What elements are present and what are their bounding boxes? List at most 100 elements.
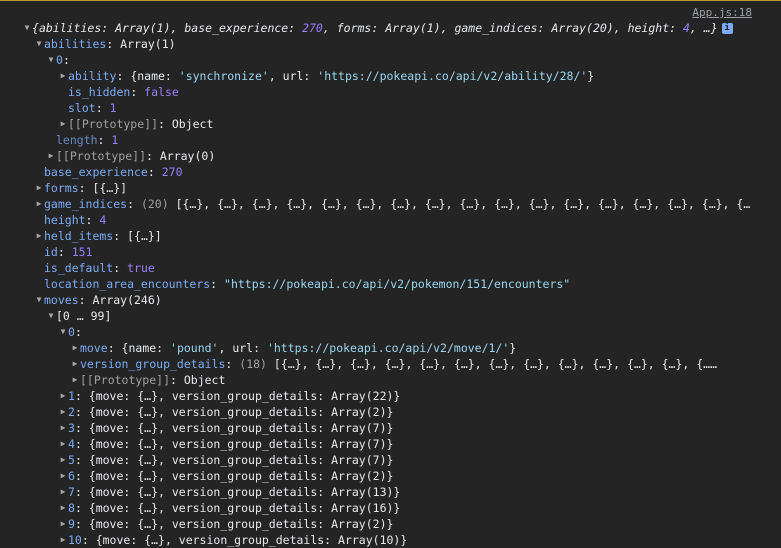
expand-arrow-icon[interactable]: ▶ (34, 180, 44, 196)
row-text-segment: base_experience (44, 165, 148, 179)
row-text-segment: : (85, 213, 100, 227)
expand-arrow-icon[interactable]: ▶ (58, 68, 68, 84)
expand-arrow-icon[interactable]: ▶ (58, 484, 68, 500)
source-link[interactable]: App.js:18 (692, 6, 752, 19)
row-text-segment: : Array(0) (146, 149, 216, 163)
row-text-segment: id (44, 245, 58, 259)
row-text-segment: is_hidden (68, 85, 131, 99)
info-icon[interactable]: i (721, 23, 733, 34)
row-text-segment: 151 (71, 245, 93, 259)
expand-arrow-icon[interactable]: ▶ (58, 500, 68, 516)
row-text-segment: 6 (68, 469, 75, 483)
console-row[interactable]: ▼ {abilities: Array(1), base_experience: … (22, 20, 733, 36)
expand-arrow-icon[interactable]: ▶ (34, 228, 44, 244)
row-text-segment: 270 (302, 21, 323, 35)
row-text-segment: game_indices (454, 21, 538, 35)
console-row[interactable]: ▼ abilities: Array(1) (34, 36, 176, 52)
row-text-segment: , (170, 21, 185, 35)
console-row[interactable]: ▶ 9: {move: {…}, version_group_details: A… (58, 516, 394, 532)
console-row[interactable]: ▶ 8: {move: {…}, version_group_details: A… (58, 500, 401, 516)
row-text-segment: forms (336, 21, 372, 35)
console-row[interactable]: ▼ [0 … 99] (46, 308, 112, 324)
expand-arrow-icon[interactable]: ▶ (58, 116, 68, 132)
row-text-segment: : {move: {…}, version_group_details: Arr… (81, 533, 408, 547)
expand-arrow-icon[interactable]: ▶ (58, 436, 68, 452)
row-text-segment: : (537, 21, 552, 35)
expand-arrow-icon[interactable]: ▶ (70, 340, 80, 356)
expand-arrow-icon[interactable]: ▶ (58, 420, 68, 436)
row-text-segment: move (80, 341, 108, 355)
row-text-segment: Array(20) (551, 21, 614, 35)
row-text-segment: { (32, 21, 39, 35)
console-row: base_experience: 270 (34, 164, 183, 180)
row-text-segment: is_default (44, 261, 114, 275)
row-text-segment: 0 (56, 53, 63, 67)
console-row[interactable]: ▶ 7: {move: {…}, version_group_details: A… (58, 484, 401, 500)
row-text-segment: 'https://pokeapi.co/api/v2/move/1/' (266, 341, 510, 355)
row-text-segment: abilities (38, 21, 102, 35)
console-row[interactable]: ▶ forms: [{…}] (34, 180, 128, 196)
console-row[interactable]: ▶ version_group_details: (18) [{…}, {…}, … (70, 356, 717, 372)
row-text-segment: : (74, 325, 82, 339)
expand-arrow-icon[interactable]: ▶ (70, 356, 80, 372)
row-text-segment: : (288, 21, 303, 35)
row-text-segment: : {move: {…}, version_group_details: Arr… (74, 389, 401, 403)
row-text-segment: ability (68, 69, 117, 83)
collapse-arrow-icon[interactable]: ▼ (22, 20, 32, 36)
row-text-segment: 1 (111, 133, 119, 147)
console-row[interactable]: ▶ 6: {move: {…}, version_group_details: A… (58, 468, 394, 484)
console-row[interactable]: ▼ 0: (58, 324, 82, 340)
console-row[interactable]: ▶ [[Prototype]]: Array(0) (46, 148, 216, 164)
console-row[interactable]: ▶ 2: {move: {…}, version_group_details: A… (58, 404, 394, 420)
console-row[interactable]: ▶ [[Prototype]]: Object (58, 116, 214, 132)
row-text-segment: 4 (99, 213, 107, 227)
collapse-arrow-icon[interactable]: ▼ (58, 324, 68, 340)
console-row: id: 151 (34, 244, 93, 260)
row-text-segment: [0 … 99] (56, 309, 112, 323)
row-text-segment: : {move: {…}, version_group_details: Arr… (74, 453, 394, 467)
expand-arrow-icon[interactable]: ▶ (58, 516, 68, 532)
row-text-segment: (18) (239, 357, 267, 371)
expand-arrow-icon[interactable]: ▶ (34, 196, 44, 212)
console-row[interactable]: ▼ 0: (46, 52, 70, 68)
console-row[interactable]: ▼ moves: Array(246) (34, 292, 162, 308)
row-text-segment: 0 (68, 325, 75, 339)
expand-arrow-icon[interactable]: ▶ (58, 452, 68, 468)
collapse-arrow-icon[interactable]: ▼ (34, 292, 44, 308)
console-row: slot: 1 (58, 100, 117, 116)
console-row[interactable]: ▶ 4: {move: {…}, version_group_details: A… (58, 436, 394, 452)
expand-arrow-icon[interactable]: ▶ (58, 468, 68, 484)
row-text-segment: location_area_encounters (44, 277, 211, 291)
console-row[interactable]: ▶ 3: {move: {…}, version_group_details: A… (58, 420, 394, 436)
console-row: is_default: true (34, 260, 155, 276)
expand-arrow-icon[interactable]: ▶ (58, 388, 68, 404)
row-text-segment: : {move: {…}, version_group_details: Arr… (74, 469, 394, 483)
collapse-arrow-icon[interactable]: ▼ (34, 36, 44, 52)
console-row[interactable]: ▶ move: {name: 'pound', url: 'https://pok… (70, 340, 517, 356)
collapse-arrow-icon[interactable]: ▼ (46, 308, 56, 324)
row-text-segment: moves (44, 293, 79, 307)
row-text-segment: : (225, 357, 240, 371)
console-row[interactable]: ▶ held_items: [{…}] (34, 228, 162, 244)
console-row[interactable]: ▶ 10: {move: {…}, version_group_details: … (58, 532, 408, 548)
row-text-segment: : [{…}] (78, 181, 128, 195)
collapse-arrow-icon[interactable]: ▼ (46, 52, 56, 68)
row-text-segment: , (322, 21, 337, 35)
expand-arrow-icon[interactable]: ▶ (58, 532, 68, 548)
expand-arrow-icon[interactable]: ▶ (46, 148, 56, 164)
console-row[interactable]: ▶ game_indices: (20) [{…}, {…}, {…}, {…},… (34, 196, 751, 212)
row-text-segment: (20) (140, 197, 169, 211)
row-text-segment: slot (68, 101, 96, 115)
console-row[interactable]: ▶ ability: {name: 'synchronize', url: 'ht… (58, 68, 595, 84)
row-text-segment: } (587, 69, 595, 83)
row-text-segment: : (62, 53, 70, 67)
row-text-segment: : (97, 133, 112, 147)
expand-arrow-icon[interactable]: ▶ (70, 372, 80, 388)
console-row[interactable]: ▶ 1: {move: {…}, version_group_details: A… (58, 388, 401, 404)
row-text-segment: 4 (682, 21, 690, 35)
console-row[interactable]: ▶ [[Prototype]]: Object (70, 372, 226, 388)
row-text-segment: 2 (68, 405, 75, 419)
row-text-segment: : (130, 85, 145, 99)
expand-arrow-icon[interactable]: ▶ (58, 404, 68, 420)
console-row[interactable]: ▶ 5: {move: {…}, version_group_details: A… (58, 452, 394, 468)
